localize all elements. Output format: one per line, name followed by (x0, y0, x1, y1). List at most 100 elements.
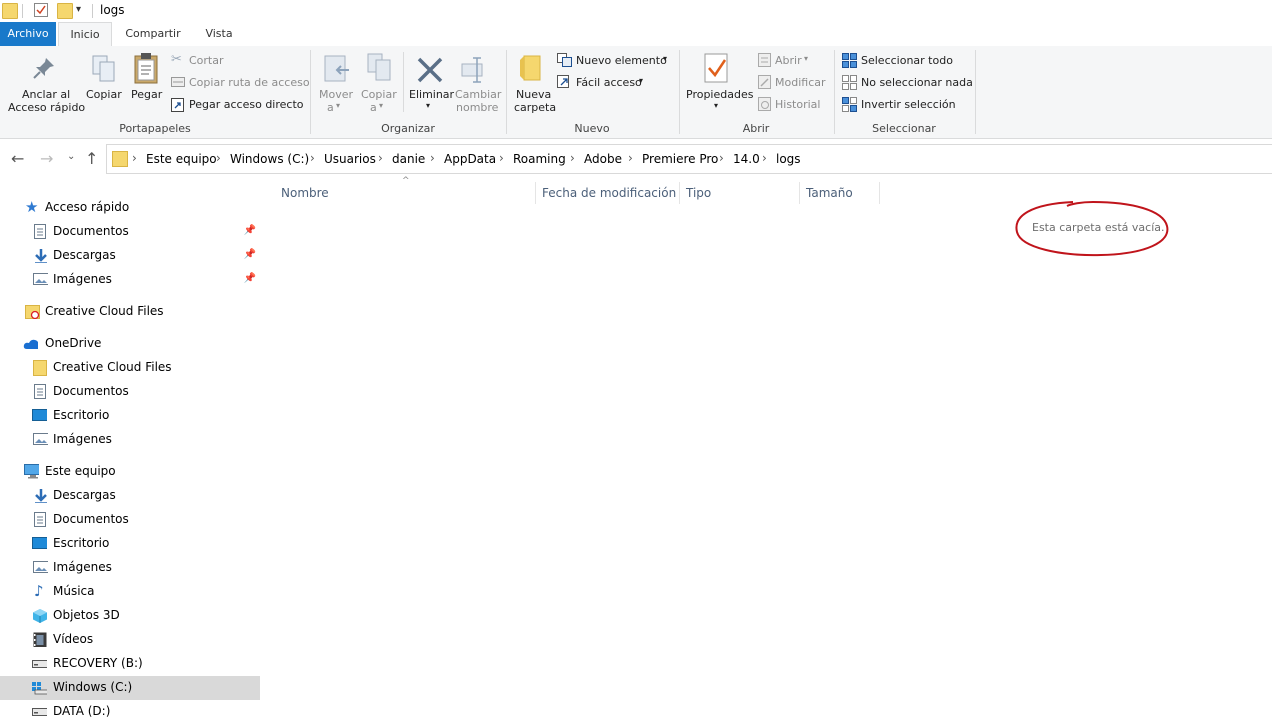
breadcrumb-chevron-icon[interactable]: › (378, 151, 383, 165)
sidebar-item-documentos[interactable]: Documentos 📌 (0, 220, 260, 244)
sidebar-item-pc-imagenes[interactable]: Imágenes (0, 556, 260, 580)
sidebar-item-this-pc[interactable]: Este equipo (0, 460, 260, 484)
breadcrumb-chevron-icon[interactable]: › (570, 151, 575, 165)
breadcrumb-chevron-icon[interactable]: › (719, 151, 724, 165)
group-separator (506, 50, 507, 134)
sidebar-item-pc-objetos-3d[interactable]: Objetos 3D (0, 604, 260, 628)
sidebar-item-od-documentos[interactable]: Documentos (0, 380, 260, 404)
tab-archivo[interactable]: Archivo (0, 22, 56, 46)
drive-icon (32, 660, 47, 668)
sidebar-item-pc-windows-c[interactable]: Windows (C:) (0, 676, 260, 700)
column-header-nombre[interactable]: Nombre (281, 186, 329, 200)
sidebar-item-pc-escritorio[interactable]: Escritorio (0, 532, 260, 556)
customize-toolbar-chevron-icon[interactable]: ▾ (76, 4, 81, 15)
breadcrumb-adobe[interactable]: Adobe (584, 152, 622, 166)
column-separator[interactable] (879, 182, 880, 204)
breadcrumb-chevron-icon[interactable]: › (430, 151, 435, 165)
back-arrow-icon[interactable]: ← (11, 149, 24, 168)
pin-icon[interactable]: 📌 (244, 249, 256, 260)
up-arrow-icon[interactable]: ↑ (85, 149, 98, 168)
sidebar-item-imagenes[interactable]: Imágenes 📌 (0, 268, 260, 292)
copy-path-label: Copiar ruta de acceso (189, 76, 310, 89)
paste-shortcut-label: Pegar acceso directo (189, 98, 304, 111)
sidebar-item-quick-access[interactable]: ★ Acceso rápido (0, 196, 260, 220)
new-folder-icon (520, 55, 541, 81)
sidebar-item-pc-videos[interactable]: Vídeos (0, 628, 260, 652)
documents-icon (34, 224, 46, 239)
sidebar-item-onedrive[interactable]: OneDrive (0, 332, 260, 356)
cut-label: Cortar (189, 54, 224, 67)
tab-compartir[interactable]: Compartir (118, 22, 188, 46)
breadcrumb-chevron-icon[interactable]: › (628, 151, 633, 165)
breadcrumb-danie[interactable]: danie (392, 152, 425, 166)
downloads-icon (35, 489, 47, 503)
desktop-icon (32, 537, 47, 549)
breadcrumb-logs[interactable]: logs (776, 152, 801, 166)
clipboard-icon (134, 53, 158, 84)
edit-icon (758, 75, 771, 89)
breadcrumb-chevron-icon[interactable]: › (216, 151, 221, 165)
recent-locations-chevron-icon[interactable]: ⌄ (67, 151, 75, 162)
sidebar-item-pc-recovery[interactable]: RECOVERY (B:) (0, 652, 260, 676)
column-header-fecha[interactable]: Fecha de modificación (542, 186, 676, 200)
pin-icon[interactable]: 📌 (244, 273, 256, 284)
move-to-label-line1: Mover (319, 88, 354, 101)
sidebar-item-od-escritorio[interactable]: Escritorio (0, 404, 260, 428)
sidebar-item-label: Creative Cloud Files (53, 360, 172, 374)
group-separator (975, 50, 976, 134)
breadcrumb-este-equipo[interactable]: Este equipo (146, 152, 217, 166)
sidebar-item-od-creative-cloud[interactable]: Creative Cloud Files (0, 356, 260, 380)
properties-check-icon[interactable] (34, 3, 48, 17)
sidebar-item-pc-data-d[interactable]: DATA (D:) (0, 700, 260, 724)
address-bar[interactable]: › Este equipo › Windows (C:) › Usuarios … (106, 144, 1272, 174)
history-label: Historial (775, 98, 821, 111)
sidebar-item-label: Escritorio (53, 536, 110, 550)
breadcrumb-usuarios[interactable]: Usuarios (324, 152, 376, 166)
breadcrumb-chevron-icon[interactable]: › (499, 151, 504, 165)
sidebar-item-label: Música (53, 584, 95, 598)
column-separator[interactable] (679, 182, 680, 204)
computer-icon (24, 464, 39, 479)
breadcrumb-chevron-icon[interactable]: › (310, 151, 315, 165)
new-item-label: Nuevo elemento (576, 54, 667, 67)
column-header-tamano[interactable]: Tamaño (806, 186, 853, 200)
breadcrumb-chevron-icon[interactable]: › (132, 151, 137, 165)
breadcrumb-windows-c[interactable]: Windows (C:) (230, 152, 309, 166)
sidebar-item-pc-descargas[interactable]: Descargas (0, 484, 260, 508)
chevron-down-icon: ▾ (379, 101, 384, 110)
new-folder-icon[interactable] (57, 3, 73, 19)
open-label: Abrir (775, 54, 802, 67)
sidebar-item-label: Imágenes (53, 560, 112, 574)
forward-arrow-icon[interactable]: → (40, 149, 53, 168)
copy-to-label-line2: a (370, 101, 377, 114)
tab-vista[interactable]: Vista (196, 22, 242, 46)
sidebar-item-pc-musica[interactable]: ♪ Música (0, 580, 260, 604)
sidebar-item-descargas[interactable]: Descargas 📌 (0, 244, 260, 268)
video-film-icon (33, 632, 47, 647)
copy-path-icon (171, 77, 185, 87)
sidebar-item-creative-cloud[interactable]: Creative Cloud Files (0, 300, 260, 324)
paste-label: Pegar (131, 88, 163, 101)
folder-icon (2, 3, 18, 19)
breadcrumb-appdata[interactable]: AppData (444, 152, 496, 166)
breadcrumb-premiere-pro[interactable]: Premiere Pro (642, 152, 718, 166)
sidebar-item-pc-documentos[interactable]: Documentos (0, 508, 260, 532)
downloads-icon (35, 249, 47, 263)
column-separator[interactable] (535, 182, 536, 204)
pin-icon[interactable]: 📌 (244, 225, 256, 236)
tab-inicio[interactable]: Inicio (58, 22, 112, 47)
breadcrumb-roaming[interactable]: Roaming (513, 152, 566, 166)
sidebar-item-label: RECOVERY (B:) (53, 656, 143, 670)
pin-icon (33, 58, 54, 79)
sidebar-item-od-imagenes[interactable]: Imágenes (0, 428, 260, 452)
breadcrumb-14-0[interactable]: 14.0 (733, 152, 760, 166)
sidebar-item-label: OneDrive (45, 336, 102, 350)
folder-icon (33, 360, 47, 376)
breadcrumb-chevron-icon[interactable]: › (762, 151, 767, 165)
sidebar-item-label: Objetos 3D (53, 608, 120, 622)
column-separator[interactable] (799, 182, 800, 204)
column-header-tipo[interactable]: Tipo (686, 186, 711, 200)
delete-x-icon (417, 57, 443, 83)
file-list-pane[interactable]: ^ Nombre Fecha de modificación Tipo Tama… (263, 176, 1272, 724)
title-bar: ▾ logs (0, 0, 1272, 22)
